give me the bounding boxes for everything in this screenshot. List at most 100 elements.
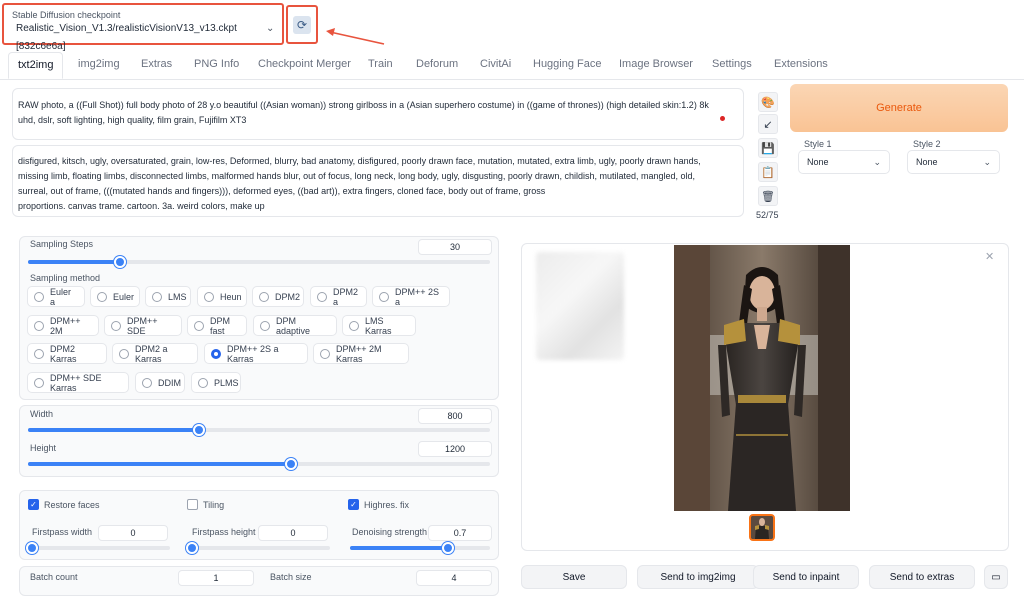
radio-icon [34,348,44,359]
tab-settings[interactable]: Settings [712,58,752,70]
highres-fix-label: Highres. fix [364,500,410,510]
chevron-down-icon: ⌄ [266,23,275,34]
sampler-option[interactable]: PLMS [191,372,241,393]
generate-button[interactable]: Generate [790,84,1008,132]
clipboard-icon[interactable]: 📋 [758,162,778,182]
slider-knob[interactable] [285,458,297,470]
sampler-option[interactable]: DPM++ 2S a [372,286,450,307]
height-input[interactable]: 1200 [418,441,492,457]
slider-knob[interactable] [114,256,126,268]
style1-select[interactable]: None ⌄ [798,150,890,174]
sampler-option[interactable]: DPM2 [252,286,304,307]
sampler-option[interactable]: Euler a [27,286,85,307]
slider-fill [28,428,199,432]
sampler-option-selected[interactable]: DPM++ 2S a Karras [204,343,308,364]
radio-icon [211,348,221,359]
sampling-steps-slider[interactable] [28,256,490,268]
firstpass-height-slider[interactable] [186,542,330,554]
tab-png-info[interactable]: PNG Info [194,58,239,70]
sampler-option[interactable]: DPM2 a [310,286,367,307]
restore-faces-checkbox[interactable]: ✓ [28,499,39,510]
folder-icon[interactable]: ▭ [984,565,1008,589]
palette-icon[interactable]: 🎨 [758,92,778,112]
width-label: Width [30,409,54,419]
arrow-icon[interactable]: ↙ [758,114,778,134]
tab-img2img[interactable]: img2img [78,58,120,70]
annotation-arrow [326,28,385,45]
slider-fill [28,462,291,466]
firstpass-width-label: Firstpass width [32,527,93,537]
sampler-option[interactable]: DPM++ SDE [104,315,182,336]
firstpass-height-input[interactable]: 0 [258,525,328,541]
radio-icon [34,377,44,388]
tiling-label: Tiling [203,500,225,510]
chevron-down-icon: ⌄ [873,157,881,167]
tab-train[interactable]: Train [368,58,393,70]
slider-knob[interactable] [442,542,454,554]
style2-label: Style 2 [913,139,941,149]
radio-icon [204,291,214,302]
negative-prompt-text: disfigured, kitsch, ugly, oversaturated,… [18,156,701,211]
sampler-option[interactable]: DPM++ SDE Karras [27,372,129,393]
generated-image[interactable] [674,245,850,511]
sampling-method-label: Sampling method [30,273,101,283]
send-to-inpaint-button[interactable]: Send to inpaint [753,565,859,589]
sampler-option[interactable]: DDIM [135,372,185,393]
sampler-option[interactable]: DPM fast [187,315,247,336]
tab-civitai[interactable]: CivitAi [480,58,511,70]
firstpass-width-input[interactable]: 0 [98,525,168,541]
width-input[interactable]: 800 [418,408,492,424]
denoising-input[interactable]: 0.7 [428,525,492,541]
tab-txt2img[interactable]: txt2img [8,52,64,79]
denoising-slider[interactable] [350,542,490,554]
radio-icon [34,320,44,331]
slider-fill [350,546,448,550]
width-slider[interactable] [28,424,490,436]
refresh-icon[interactable]: ⟳ [293,15,311,34]
sampling-steps-input[interactable]: 30 [418,239,492,255]
style2-select[interactable]: None ⌄ [907,150,1000,174]
close-icon[interactable]: ✕ [985,250,994,263]
send-to-extras-button[interactable]: Send to extras [869,565,975,589]
height-slider[interactable] [28,458,490,470]
batch-size-input[interactable]: 4 [416,570,492,586]
slider-knob[interactable] [193,424,205,436]
sampler-option[interactable]: Euler [90,286,140,307]
sampler-option[interactable]: DPM2 Karras [27,343,107,364]
send-to-img2img-button[interactable]: Send to img2img [637,565,759,589]
denoising-label: Denoising strength [352,527,428,537]
token-counter: 52/75 [756,210,779,220]
tiling-checkbox[interactable] [187,499,198,510]
sampler-option[interactable]: DPM++ 2M Karras [313,343,409,364]
tab-extras[interactable]: Extras [141,58,172,70]
trash-icon[interactable]: 🗑 [758,186,778,206]
save-style-icon[interactable]: 💾 [758,138,778,158]
firstpass-width-slider[interactable] [26,542,170,554]
prompt-text: RAW photo, a ((Full Shot)) full body pho… [18,100,709,125]
sampler-option[interactable]: LMS Karras [342,315,416,336]
gallery-thumbnail[interactable] [749,514,775,541]
sampler-option[interactable]: DPM++ 2M [27,315,99,336]
status-dot [720,116,725,121]
refresh-highlight: ⟳ [286,5,318,44]
sampler-option[interactable]: Heun [197,286,247,307]
tab-image-browser[interactable]: Image Browser [619,58,693,70]
sampler-option[interactable]: LMS [145,286,191,307]
slider-knob[interactable] [186,542,198,554]
sampler-option[interactable]: DPM2 a Karras [112,343,198,364]
batch-count-input[interactable]: 1 [178,570,254,586]
radio-icon [152,291,162,302]
firstpass-height-label: Firstpass height [192,527,256,537]
tab-hugging-face[interactable]: Hugging Face [533,58,602,70]
tab-checkpoint-merger[interactable]: Checkpoint Merger [258,58,351,70]
tab-deforum[interactable]: Deforum [416,58,458,70]
tab-extensions[interactable]: Extensions [774,58,828,70]
save-button[interactable]: Save [521,565,627,589]
highres-fix-checkbox[interactable]: ✓ [348,499,359,510]
chevron-down-icon: ⌄ [983,157,991,167]
batch-size-label: Batch size [270,572,312,582]
sampler-option[interactable]: DPM adaptive [253,315,337,336]
sampling-steps-label: Sampling Steps [30,239,94,249]
checkpoint-select[interactable]: Realistic_Vision_V1.3/realisticVisionV13… [10,20,282,52]
slider-knob[interactable] [26,542,38,554]
